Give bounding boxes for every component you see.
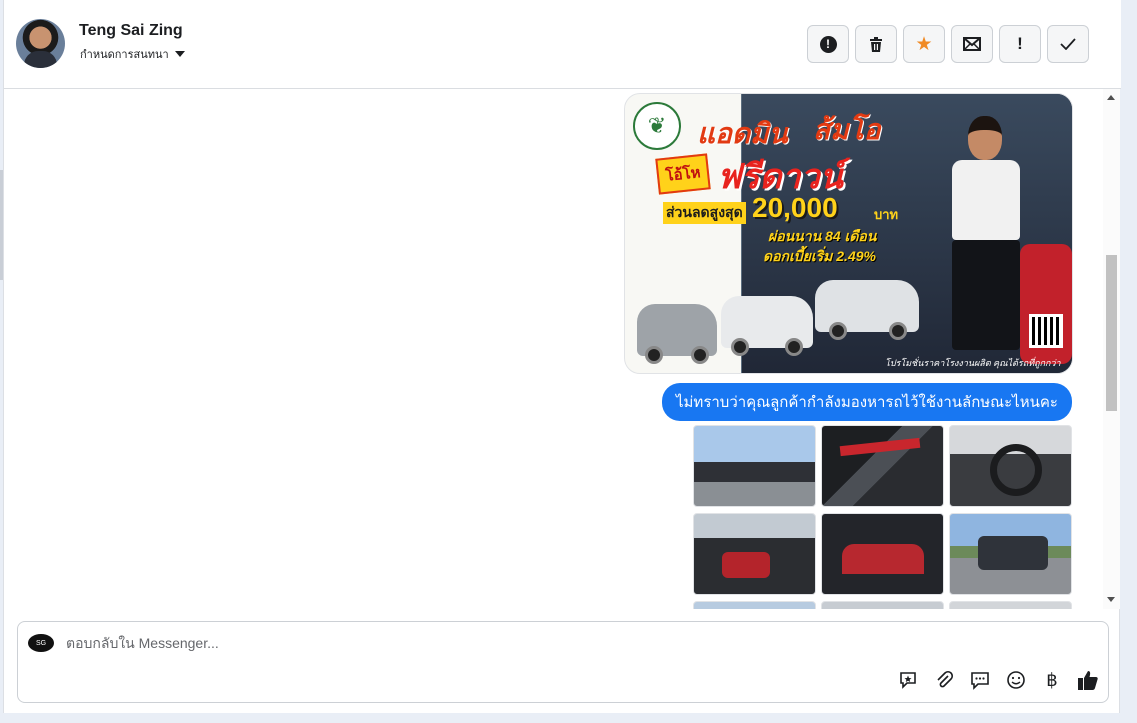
star-button[interactable]: ★ bbox=[903, 25, 945, 63]
mark-unread-button[interactable] bbox=[951, 25, 993, 63]
done-button[interactable] bbox=[1047, 25, 1089, 63]
envelope-icon bbox=[963, 37, 981, 51]
conversation-header: Teng Sai Zing กำหนดการสนทนา ! ★ ! bbox=[4, 0, 1121, 89]
promo-car-pickup bbox=[721, 296, 813, 356]
promo-image-message[interactable]: ❦ แอดมิน ส้มโอ โอ้โห ฟรีดาวน์ ส่วนลดสูงส… bbox=[624, 93, 1073, 374]
reply-input[interactable] bbox=[66, 632, 666, 654]
photo-thumbnail[interactable] bbox=[693, 513, 816, 595]
promo-burst-badge: โอ้โห bbox=[655, 153, 711, 195]
spam-button[interactable]: ! bbox=[807, 25, 849, 63]
promo-car-sedan bbox=[637, 304, 717, 364]
alert-circle-icon: ! bbox=[819, 35, 837, 53]
outgoing-message-bubble[interactable]: ไม่ทราบว่าคุณลูกค้ากำลังมองหารถไว้ใช้งาน… bbox=[662, 383, 1072, 421]
caret-down-icon bbox=[174, 51, 185, 57]
photo-thumbnail[interactable] bbox=[693, 601, 816, 609]
sticker-icon bbox=[900, 672, 916, 689]
saved-replies-button[interactable] bbox=[968, 668, 992, 692]
payment-button[interactable]: ฿ bbox=[1040, 668, 1064, 692]
promo-interest: ดอกเบี้ยเริ่ม 2.49% bbox=[763, 248, 876, 264]
dealer-logo: ❦ bbox=[633, 102, 681, 150]
sticker-button[interactable] bbox=[896, 668, 920, 692]
contact-avatar[interactable] bbox=[16, 19, 65, 68]
star-icon: ★ bbox=[915, 33, 933, 55]
promo-car-truck bbox=[815, 280, 919, 340]
promo-discount-label: ส่วนลดสูงสุด bbox=[663, 202, 746, 224]
saved-replies-icon bbox=[971, 672, 989, 690]
promo-currency: บาท bbox=[874, 207, 899, 222]
header-toolbar: ! ★ ! bbox=[807, 25, 1089, 63]
composer-toolbar: ฿ bbox=[896, 668, 1100, 692]
promo-footer: โปรโมชั่นราคาโรงงานผลิต คุณได้รถที่ถูกกว… bbox=[885, 358, 1061, 368]
attachment-button[interactable] bbox=[932, 668, 956, 692]
promo-admin-name: ส้มโอ bbox=[813, 114, 881, 145]
scrollbar-thumb[interactable] bbox=[1106, 255, 1117, 411]
thumbs-up-icon bbox=[1078, 671, 1098, 690]
reply-composer: SG ตอบกลับใน Messenger... ฿ bbox=[17, 621, 1109, 703]
page-avatar: SG bbox=[28, 634, 54, 652]
emoji-icon bbox=[1007, 671, 1025, 689]
baht-icon: ฿ bbox=[1046, 669, 1058, 690]
assign-label: กำหนดการสนทนา bbox=[80, 49, 169, 61]
attachment-icon bbox=[937, 670, 954, 688]
scroll-down-arrow-icon[interactable] bbox=[1107, 597, 1115, 602]
assign-conversation-dropdown[interactable]: กำหนดการสนทนา bbox=[80, 45, 185, 63]
thread-scrollbar[interactable] bbox=[1103, 89, 1120, 609]
promo-discount-value: 20,000 bbox=[752, 192, 838, 223]
photo-thumbnail[interactable] bbox=[949, 601, 1072, 609]
photo-thumbnail[interactable] bbox=[949, 513, 1072, 595]
checkmark-icon bbox=[1060, 38, 1076, 50]
exclamation-icon: ! bbox=[1017, 34, 1023, 53]
scroll-up-arrow-icon[interactable] bbox=[1107, 95, 1115, 100]
contact-name[interactable]: Teng Sai Zing bbox=[79, 22, 183, 40]
follow-up-button[interactable]: ! bbox=[999, 25, 1041, 63]
photo-grid bbox=[693, 425, 1075, 609]
photo-thumbnail[interactable] bbox=[821, 601, 944, 609]
photo-thumbnail[interactable] bbox=[693, 425, 816, 507]
conversation-panel: Teng Sai Zing กำหนดการสนทนา ! ★ ! ❦ แอดม… bbox=[3, 0, 1121, 713]
qr-code bbox=[1029, 314, 1063, 348]
message-thread: ❦ แอดมิน ส้มโอ โอ้โห ฟรีดาวน์ ส่วนลดสูงส… bbox=[4, 89, 1121, 609]
photo-thumbnail[interactable] bbox=[821, 425, 944, 507]
emoji-button[interactable] bbox=[1004, 668, 1028, 692]
delete-button[interactable] bbox=[855, 25, 897, 63]
trash-icon bbox=[870, 36, 882, 52]
like-button[interactable] bbox=[1076, 668, 1100, 692]
promo-person bbox=[930, 116, 1040, 373]
photo-thumbnail[interactable] bbox=[949, 425, 1072, 507]
promo-installment: ผ่อนนาน 84 เดือน bbox=[768, 228, 877, 244]
photo-thumbnail[interactable] bbox=[821, 513, 944, 595]
